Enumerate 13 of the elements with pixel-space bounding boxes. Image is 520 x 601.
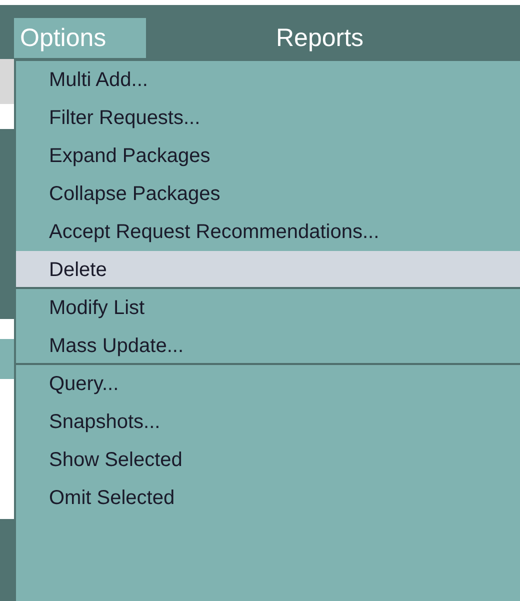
menu-item[interactable]: Filter Requests... — [16, 99, 520, 137]
menu-item[interactable]: Query... — [16, 365, 520, 403]
menu-item[interactable]: Omit Selected — [16, 479, 520, 517]
menu-item[interactable]: Modify List — [16, 289, 520, 327]
menu-item[interactable]: Accept Request Recommendations... — [16, 213, 520, 251]
menu-item[interactable]: Show Selected — [16, 441, 520, 479]
menu-item[interactable]: Expand Packages — [16, 137, 520, 175]
menu-item[interactable]: Delete — [16, 251, 520, 289]
menu-bar-item[interactable]: Reports — [270, 18, 370, 58]
menu-item[interactable]: Snapshots... — [16, 403, 520, 441]
menu-item[interactable]: Multi Add... — [16, 61, 520, 99]
menu-item[interactable]: Collapse Packages — [16, 175, 520, 213]
menu-item[interactable]: Mass Update... — [16, 327, 520, 365]
